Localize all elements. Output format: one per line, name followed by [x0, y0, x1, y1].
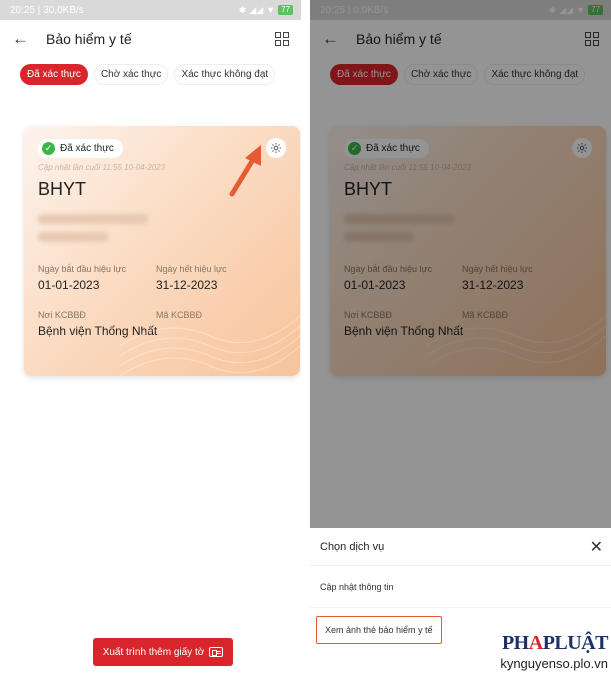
tab-pending[interactable]: Chờ xác thực	[93, 64, 169, 85]
page-title: Bảo hiểm y tế	[46, 31, 132, 47]
verified-badge: ✓ Đã xác thực	[38, 139, 123, 158]
verified-badge-label: Đã xác thực	[60, 143, 114, 154]
signal-icon: ◢◢	[249, 4, 264, 15]
close-icon[interactable]: ✕	[590, 537, 603, 557]
battery-icon: 77	[278, 5, 293, 15]
tab-verified[interactable]: Đã xác thực	[20, 64, 88, 85]
red-arrow-icon	[229, 145, 261, 197]
check-circle-icon: ✓	[42, 142, 55, 155]
card-wave-pattern	[120, 315, 300, 376]
status-icons: ✱ ◢◢ ▼ 77	[239, 5, 293, 16]
sheet-title: Chọn dịch vụ	[320, 540, 385, 553]
status-time-speed: 20:25 | 30,0KB/s	[10, 4, 84, 16]
redacted-info	[38, 214, 148, 224]
option-view-card-image[interactable]: Xem ảnh thẻ bảo hiểm y tế	[316, 616, 442, 644]
qr-code-icon[interactable]	[275, 32, 289, 46]
redacted-info	[38, 232, 108, 242]
option-update-info[interactable]: Cập nhật thông tin	[310, 566, 611, 608]
export-documents-button[interactable]: Xuất trình thêm giấy tờ	[93, 638, 233, 666]
watermark-logo: PHAPLUẬT	[501, 632, 609, 654]
status-bar: 20:25 | 30,0KB/s ✱ ◢◢ ▼ 77	[0, 0, 301, 20]
screen-health-insurance-sheet: 20:25 | 0,0KB/s ✱ ◢◢ ▼ 77 ← Bảo hiểm y t…	[310, 0, 611, 679]
arrow-left-icon[interactable]: ←	[12, 29, 36, 49]
gear-icon[interactable]	[266, 138, 286, 158]
app-bar: ← Bảo hiểm y tế	[0, 20, 301, 58]
wifi-icon: ▼	[266, 5, 276, 15]
service-bottom-sheet: Chọn dịch vụ ✕ Cập nhật thông tin Xem ản…	[310, 528, 611, 679]
watermark: PHAPLUẬT kynguyenso.plo.vn	[500, 632, 608, 671]
modal-backdrop[interactable]	[310, 0, 611, 528]
status-tabs: Đã xác thực Chờ xác thực Xác thực không …	[0, 58, 301, 85]
tab-failed[interactable]: Xác thực không đạt	[174, 64, 276, 85]
bluetooth-icon: ✱	[238, 4, 247, 15]
screen-health-insurance: 20:25 | 30,0KB/s ✱ ◢◢ ▼ 77 ← Bảo hiểm y …	[0, 0, 301, 679]
id-card-icon	[209, 647, 224, 657]
sheet-header: Chọn dịch vụ ✕	[310, 528, 611, 566]
export-documents-label: Xuất trình thêm giấy tờ	[102, 646, 205, 658]
watermark-url: kynguyenso.plo.vn	[500, 656, 608, 671]
